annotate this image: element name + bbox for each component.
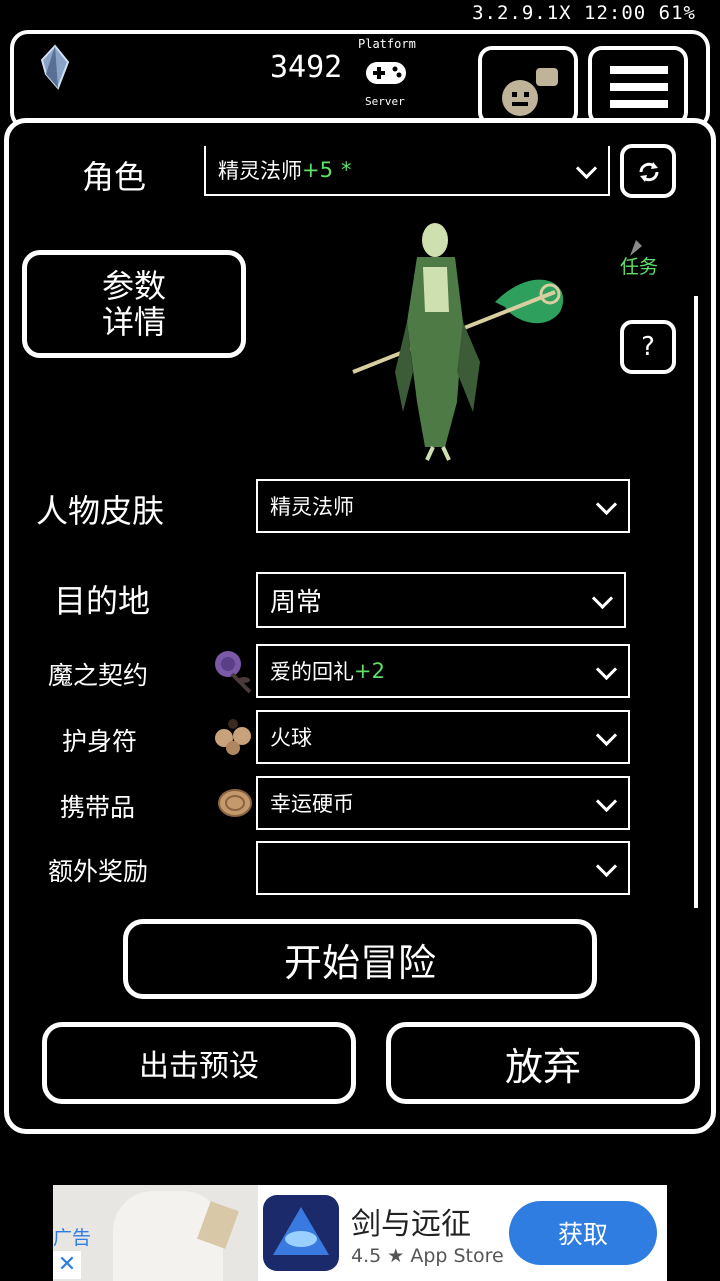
character-label: 角色: [82, 158, 147, 196]
character-name: 精灵法师: [218, 159, 302, 183]
menu-button[interactable]: [588, 46, 688, 126]
destination-select[interactable]: 周常: [256, 572, 626, 628]
chat-button[interactable]: [478, 46, 578, 126]
carry-select[interactable]: 幸运硬币: [256, 776, 630, 830]
gamepad-icon[interactable]: [364, 58, 408, 88]
crystal-icon: [40, 44, 70, 90]
ad-close-button[interactable]: ✕: [53, 1251, 81, 1279]
abandon-label: 放弃: [504, 1044, 581, 1089]
status-bar-text: 3.2.9.1X 12:00 61%: [472, 2, 696, 24]
rose-icon: [215, 651, 252, 694]
scrollbar[interactable]: [694, 296, 698, 908]
skin-value: 精灵法师: [270, 495, 354, 519]
params-line1: 参数: [101, 267, 166, 305]
destination-label: 目的地: [54, 582, 151, 620]
contract-value: 爱的回礼: [270, 660, 354, 684]
skin-select[interactable]: 精灵法师: [256, 479, 630, 533]
ad-rating: 4.5 ★ App Store: [351, 1245, 504, 1267]
skin-label: 人物皮肤: [36, 492, 165, 530]
fireball-amulet-icon: [215, 719, 251, 755]
character-star: *: [340, 158, 352, 182]
ad-banner[interactable]: 广告 ✕ 剑与远征 4.5 ★ App Store 获取: [53, 1185, 667, 1281]
extra-reward-label: 额外奖励: [48, 857, 149, 886]
start-adventure-button[interactable]: 开始冒险: [123, 919, 597, 999]
ad-tag: 广告: [53, 1227, 92, 1249]
chat-face-icon: [502, 68, 558, 116]
task-label[interactable]: 任务: [620, 252, 658, 279]
contract-select[interactable]: 爱的回礼 +2: [256, 644, 630, 698]
hamburger-icon: [610, 66, 668, 108]
refresh-icon: [639, 162, 659, 182]
sortie-preset-label: 出击预设: [139, 1049, 259, 1084]
server-label: Server: [365, 95, 405, 108]
chevron-down-icon: [595, 724, 618, 747]
help-label: ?: [641, 332, 655, 362]
chevron-down-icon: [595, 493, 618, 516]
sortie-preset-button[interactable]: 出击预设: [42, 1022, 356, 1104]
refresh-button[interactable]: [620, 144, 676, 198]
chevron-down-icon: [595, 855, 618, 878]
chevron-down-icon: [595, 658, 618, 681]
help-button[interactable]: ?: [620, 320, 676, 374]
chevron-down-icon: [591, 587, 614, 610]
contract-label: 魔之契约: [48, 661, 149, 690]
start-adventure-label: 开始冒险: [283, 940, 436, 985]
character-bonus: +5: [302, 158, 333, 182]
carry-label: 携带品: [60, 793, 136, 822]
destination-value: 周常: [270, 587, 323, 618]
params-detail-button[interactable]: 参数 详情: [22, 250, 246, 358]
ad-get-button[interactable]: 获取: [509, 1201, 657, 1265]
character-select[interactable]: 精灵法师 +5 *: [204, 146, 610, 196]
chevron-down-icon: [575, 157, 598, 180]
gold-count: 3492: [270, 50, 343, 85]
platform-label: Platform: [358, 37, 416, 51]
params-line2: 详情: [101, 303, 166, 341]
carry-value: 幸运硬币: [270, 792, 354, 816]
amulet-select[interactable]: 火球: [256, 710, 630, 764]
amulet-value: 火球: [270, 726, 312, 750]
chevron-down-icon: [595, 790, 618, 813]
abandon-button[interactable]: 放弃: [386, 1022, 700, 1104]
app-icon: [263, 1195, 339, 1271]
extra-reward-select[interactable]: [256, 841, 630, 895]
contract-bonus: +2: [354, 659, 385, 683]
elf-mage-portrait: [352, 223, 564, 461]
amulet-label: 护身符: [62, 727, 138, 756]
ad-title: 剑与远征: [351, 1207, 471, 1242]
lucky-coin-icon: [218, 789, 252, 817]
